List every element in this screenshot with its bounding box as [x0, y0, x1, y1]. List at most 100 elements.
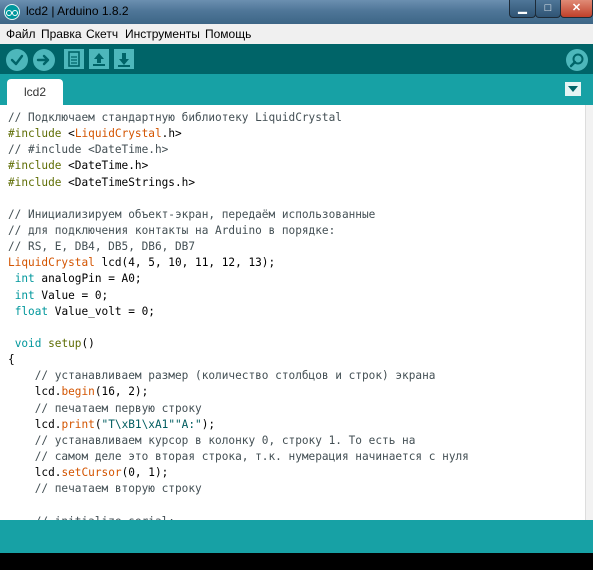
code-token: lcd. — [8, 385, 62, 399]
code-line: // Инициализируем объект-экран, передаём… — [8, 207, 469, 223]
magnifier-icon — [569, 53, 584, 68]
code-token: lcd. — [8, 417, 62, 431]
code-token: #include — [8, 159, 69, 173]
code-token: lcd. — [8, 466, 62, 480]
code-token: setup — [48, 336, 82, 350]
open-icon — [93, 53, 105, 66]
code-line: #include <LiquidCrystal.h> — [8, 126, 469, 142]
console-area — [0, 553, 593, 570]
code-token: begin — [61, 385, 95, 399]
code-token: // Инициализируем объект-экран, передаём… — [8, 207, 376, 221]
code-token: analogPin = A0; — [34, 272, 142, 286]
code-line: // для подключения контакты на Arduino в… — [8, 223, 469, 239]
arduino-logo-icon — [4, 4, 20, 20]
code-token: setCursor — [61, 466, 122, 480]
code-line: lcd.print("T\xB1\xA1""A:"); — [8, 417, 469, 433]
save-icon — [118, 53, 130, 67]
code-line: { — [8, 352, 469, 368]
code-token: LiquidCrystal — [8, 256, 95, 270]
new-icon — [68, 51, 80, 67]
code-line: // устанавливаем курсор в колонку 0, стр… — [8, 433, 469, 449]
code-token: Value = 0; — [34, 288, 109, 302]
code-token: #include — [8, 127, 69, 141]
code-line: int analogPin = A0; — [8, 271, 469, 287]
code-token: int — [14, 288, 35, 302]
code-line: // Подключаем стандартную библиотеку Liq… — [8, 110, 469, 126]
code-token: // печатаем первую строку — [8, 401, 202, 415]
code-token: print — [61, 417, 95, 431]
code-line: // устанавливаем размер (количество стол… — [8, 368, 469, 384]
code-line: // #include <DateTime.h> — [8, 142, 469, 158]
code-token: // #include <DateTime.h> — [8, 143, 169, 157]
code-line: lcd.begin(16, 2); — [8, 384, 469, 400]
code-line: // самом деле это вторая строка, т.к. ну… — [8, 449, 469, 465]
editor-gutter — [0, 105, 8, 520]
code-line: lcd.setCursor(0, 1); — [8, 465, 469, 481]
code-token: { — [8, 353, 15, 367]
status-bar — [0, 520, 593, 553]
code-token: lcd(4, 5, 10, 11, 12, 13); — [94, 256, 276, 270]
open-button[interactable] — [89, 49, 109, 69]
title-bar: lcd2 | Arduino 1.8.2 ▁ □ ✕ — [0, 0, 593, 24]
toolbar — [0, 44, 593, 74]
code-token: float — [14, 304, 49, 318]
code-token: // устанавливаем курсор в колонку 0, стр… — [8, 433, 416, 447]
close-button[interactable]: ✕ — [560, 0, 593, 18]
tab-lcd2[interactable]: lcd2 — [7, 79, 63, 105]
tabs-bar: lcd2 — [0, 74, 593, 105]
code-line: // RS, E, DB4, DB5, DB6, DB7 — [8, 239, 469, 255]
minimize-button[interactable]: ▁ — [509, 0, 536, 18]
save-button[interactable] — [114, 49, 134, 69]
menu-help[interactable]: Помощь — [205, 27, 251, 41]
code-token: <DateTime.h> — [68, 159, 149, 173]
code-token: // печатаем вторую строку — [8, 482, 202, 496]
code-token: // для подключения контакты на Arduino в… — [8, 223, 336, 237]
code-line: int Value = 0; — [8, 288, 469, 304]
menu-bar: Файл Правка Скетч Инструменты Помощь — [0, 24, 593, 44]
code-line: void setup() — [8, 336, 469, 352]
code-line: LiquidCrystal lcd(4, 5, 10, 11, 12, 13); — [8, 255, 469, 271]
code-token: .h> — [161, 127, 182, 141]
code-line: float Value_volt = 0; — [8, 304, 469, 320]
verify-icon — [10, 54, 24, 66]
upload-button[interactable] — [33, 49, 55, 71]
menu-edit[interactable]: Правка — [41, 27, 82, 41]
code-line: // печатаем вторую строку — [8, 481, 469, 497]
code-token: Value_volt = 0; — [48, 304, 155, 318]
maximize-button[interactable]: □ — [535, 0, 561, 18]
code-token: ( — [94, 417, 102, 431]
code-token: "T\xB1\xA1""A:" — [101, 417, 202, 431]
upload-icon — [36, 54, 50, 66]
menu-tools[interactable]: Инструменты — [125, 27, 200, 41]
code-token: #include — [8, 175, 69, 189]
code-line: // печатаем первую строку — [8, 401, 469, 417]
serial-monitor-button[interactable] — [566, 49, 588, 71]
menu-file[interactable]: Файл — [6, 27, 36, 41]
code-token: ); — [201, 417, 216, 431]
code-token: // устанавливаем размер (количество стол… — [8, 369, 436, 383]
tab-menu-chevron-down-icon[interactable] — [565, 82, 581, 96]
code-token: () — [81, 336, 95, 350]
verify-button[interactable] — [6, 49, 28, 71]
code-token: // Подключаем стандартную библиотеку Liq… — [8, 111, 342, 124]
window-title: lcd2 | Arduino 1.8.2 — [26, 4, 129, 18]
code-line: #include <DateTime.h> — [8, 158, 469, 174]
code-line: #include <DateTimeStrings.h> — [8, 175, 469, 191]
vertical-scrollbar[interactable] — [585, 105, 593, 520]
code-token: (16, 2); — [94, 385, 149, 399]
code-token: LiquidCrystal — [74, 127, 162, 141]
menu-sketch[interactable]: Скетч — [86, 27, 118, 41]
code-token: int — [14, 272, 35, 286]
code-token: // самом деле это вторая строка, т.к. ну… — [8, 449, 469, 463]
code-token: // RS, E, DB4, DB5, DB6, DB7 — [8, 240, 196, 254]
code-text: // Подключаем стандартную библиотеку Liq… — [8, 110, 469, 520]
code-token: <DateTimeStrings.h> — [68, 175, 196, 189]
code-editor[interactable]: // Подключаем стандартную библиотеку Liq… — [0, 105, 593, 520]
new-button[interactable] — [64, 49, 84, 69]
